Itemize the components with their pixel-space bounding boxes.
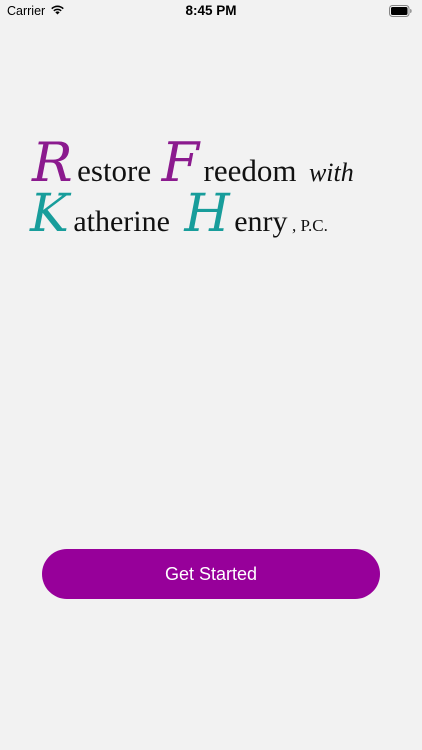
status-time: 8:45 PM [185,3,237,18]
logo-word-restore: estore [77,153,151,188]
logo-wordmark: R estore F reedom with K atherine H enry… [29,131,354,244]
logo-initial-k: K [29,184,72,244]
logo-word-katherine: atherine [73,205,170,238]
logo-word-henry: enry [234,205,287,238]
status-bar: Carrier 8:45 PM [0,0,422,22]
logo-suffix-pc: , P.C. [292,216,328,235]
logo: R estore F reedom with K atherine H enry… [28,125,400,245]
logo-word-with: with [309,158,354,187]
logo-initial-h: H [183,184,231,244]
get-started-button[interactable]: Get Started [42,549,380,599]
logo-word-freedom: reedom [204,153,297,188]
battery-icon [389,4,412,17]
